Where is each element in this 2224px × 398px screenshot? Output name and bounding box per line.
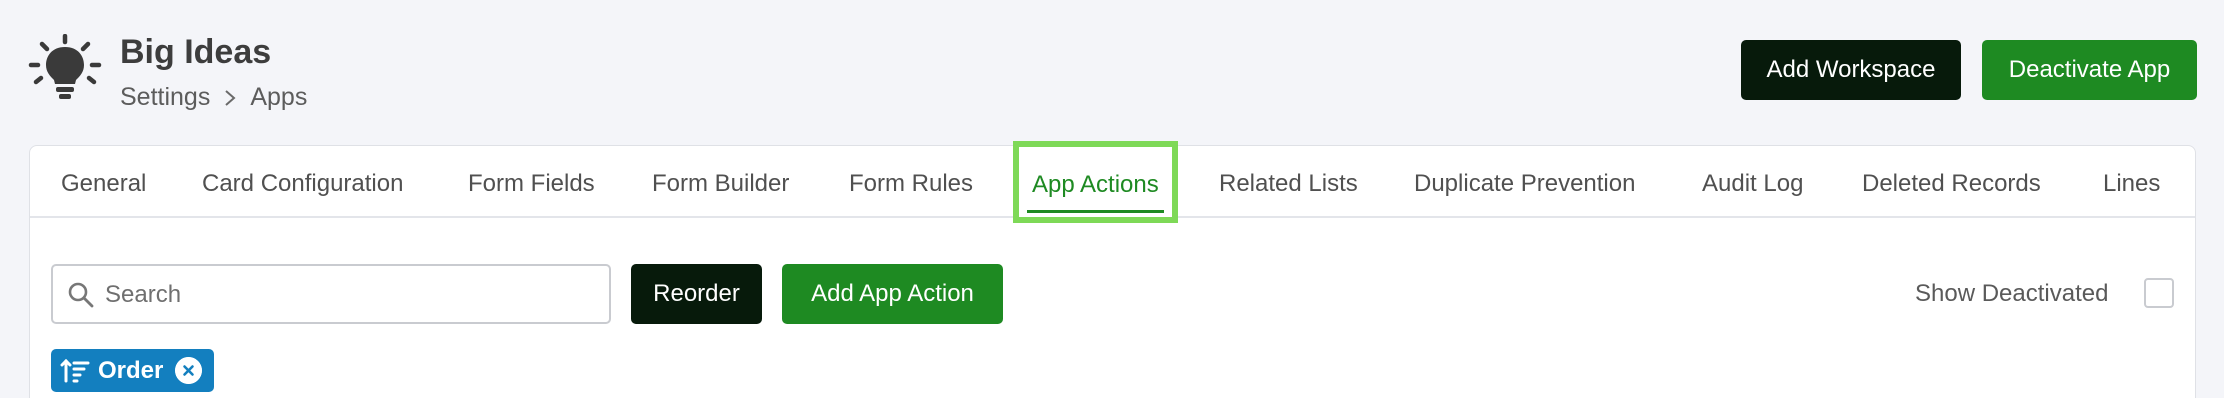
page-header: Big Ideas Settings Apps Add Workspace De… xyxy=(0,0,2224,140)
add-workspace-button[interactable]: Add Workspace xyxy=(1741,40,1961,100)
tab-duplicate-prevention[interactable]: Duplicate Prevention xyxy=(1414,170,1635,198)
breadcrumb: Settings Apps xyxy=(120,83,307,112)
breadcrumb-apps[interactable]: Apps xyxy=(250,83,307,112)
tab-related-lists[interactable]: Related Lists xyxy=(1219,170,1358,198)
tab-card-configuration[interactable]: Card Configuration xyxy=(202,170,403,198)
tab-audit-log[interactable]: Audit Log xyxy=(1702,170,1803,198)
chevron-right-icon xyxy=(225,89,236,106)
show-deactivated-label: Show Deactivated xyxy=(1915,280,2109,307)
show-deactivated-checkbox[interactable] xyxy=(2144,278,2174,308)
sort-icon xyxy=(60,358,90,382)
order-sort-chip[interactable]: Order xyxy=(51,349,214,392)
tab-lines[interactable]: Lines xyxy=(2103,170,2160,198)
tab-form-builder[interactable]: Form Builder xyxy=(652,170,789,198)
tab-bar: General Card Configuration Form Fields F… xyxy=(30,141,2195,223)
deactivate-app-button[interactable]: Deactivate App xyxy=(1982,40,2197,100)
app-title: Big Ideas xyxy=(120,33,272,71)
tab-form-rules[interactable]: Form Rules xyxy=(849,170,973,198)
add-app-action-button[interactable]: Add App Action xyxy=(782,264,1003,324)
tab-deleted-records[interactable]: Deleted Records xyxy=(1862,170,2041,198)
close-icon[interactable] xyxy=(175,357,202,384)
tab-general[interactable]: General xyxy=(61,170,146,198)
breadcrumb-settings[interactable]: Settings xyxy=(120,83,210,112)
search-input[interactable] xyxy=(105,276,595,314)
tab-app-actions[interactable]: App Actions xyxy=(1013,141,1178,223)
chip-label: Order xyxy=(98,356,164,384)
tab-form-fields[interactable]: Form Fields xyxy=(468,170,595,198)
search-icon xyxy=(68,282,94,308)
settings-card: General Card Configuration Form Fields F… xyxy=(29,141,2196,398)
lightbulb-icon xyxy=(28,34,102,99)
reorder-button[interactable]: Reorder xyxy=(631,264,762,324)
search-box xyxy=(51,264,611,324)
